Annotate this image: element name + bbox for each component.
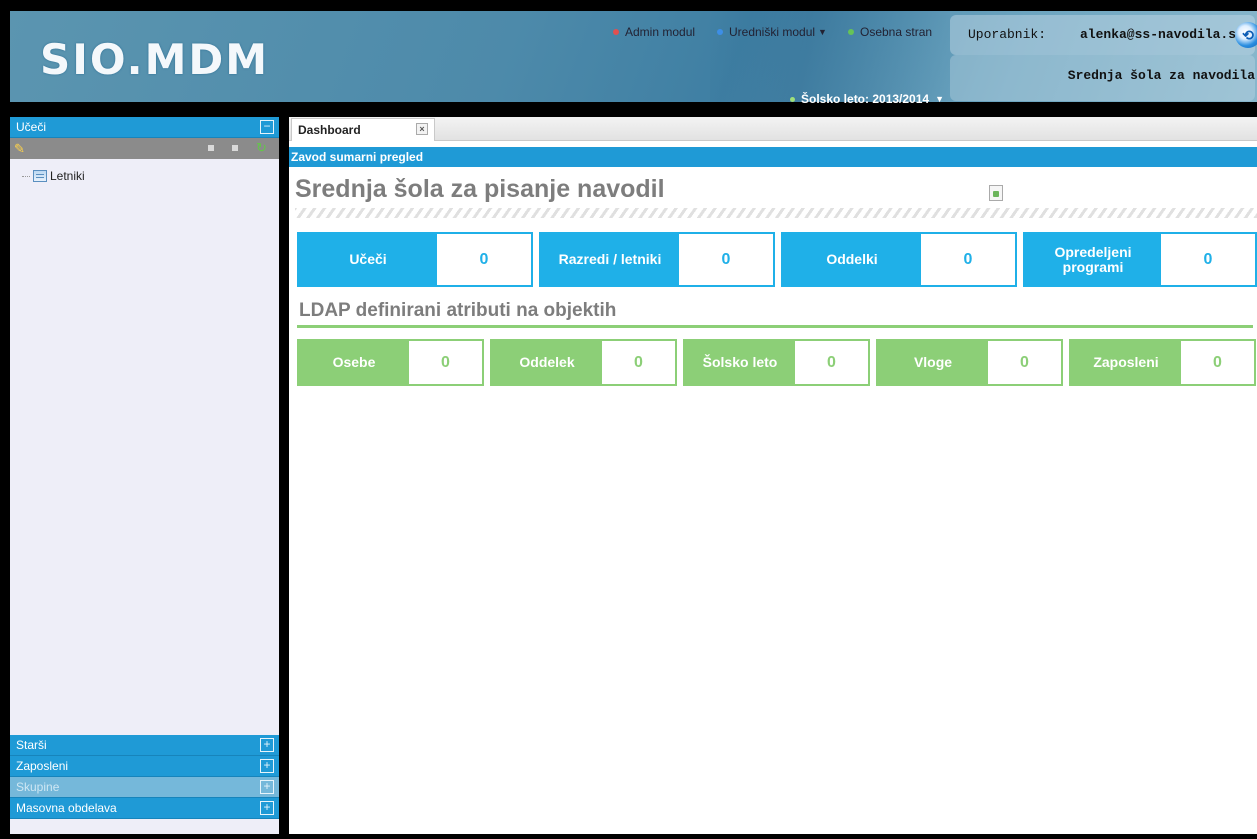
card-value: 0	[679, 234, 773, 285]
card-label: Vloge	[878, 341, 988, 384]
card-vloge[interactable]: Vloge 0	[876, 339, 1063, 386]
toolbar-button-icon[interactable]	[232, 145, 238, 151]
card-value: 0	[437, 234, 531, 285]
sidebar: Učeči − ✎ ↻ Letniki Starši + Zaposleni +…	[10, 117, 279, 834]
nav-admin-module[interactable]: Admin modul	[613, 25, 695, 39]
collapse-icon[interactable]: −	[260, 120, 274, 134]
card-zaposleni[interactable]: Zaposleni 0	[1069, 339, 1256, 386]
app-header: SIO.MDM Admin modul Uredniški modul ▼ Os…	[10, 11, 1257, 106]
tab-bar: Dashboard ×	[289, 117, 1257, 141]
green-dot-icon	[848, 29, 854, 35]
card-label: Zaposleni	[1071, 341, 1181, 384]
user-label: Uporabnik:	[968, 27, 1047, 42]
sidebar-section-ucenci[interactable]: Učeči −	[10, 117, 279, 138]
table-icon	[33, 170, 47, 182]
sidebar-toolbar: ✎ ↻	[10, 138, 279, 159]
tab-dashboard[interactable]: Dashboard ×	[291, 118, 435, 141]
section-title: LDAP definirani atributi na objektih	[299, 300, 617, 321]
card-label: Oddelki	[783, 234, 921, 285]
card-razredi-letniki[interactable]: Razredi / letniki 0	[539, 232, 775, 287]
card-value: 0	[988, 341, 1061, 384]
card-label: Učeči	[299, 234, 437, 285]
sidebar-section-starsi[interactable]: Starši +	[10, 735, 279, 756]
section-underline	[297, 325, 1253, 328]
card-value: 0	[602, 341, 675, 384]
sidebar-section-zaposleni[interactable]: Zaposleni +	[10, 756, 279, 777]
green-dot-icon	[790, 96, 795, 102]
sidebar-section-skupine[interactable]: Skupine +	[10, 777, 279, 798]
nav-personal-page[interactable]: Osebna stran	[848, 25, 932, 39]
main-panel: Dashboard × Zavod sumarni pregled Srednj…	[289, 117, 1257, 834]
card-value: 0	[1181, 341, 1254, 384]
card-label: Osebe	[299, 341, 409, 384]
card-label: Šolsko leto	[685, 341, 795, 384]
user-email[interactable]: alenka@ss-navodila.si	[1080, 27, 1244, 42]
expand-icon[interactable]: +	[260, 738, 274, 752]
sidebar-section-masovna-obdelava[interactable]: Masovna obdelava +	[10, 798, 279, 819]
blue-dot-icon	[717, 29, 723, 35]
nav-editor-module[interactable]: Uredniški modul ▼	[717, 25, 827, 39]
card-label: Opredeljeni programi	[1025, 234, 1161, 285]
expand-icon[interactable]: +	[260, 780, 274, 794]
card-ucenci[interactable]: Učeči 0	[297, 232, 533, 287]
red-dot-icon	[613, 29, 619, 35]
card-oddelek[interactable]: Oddelek 0	[490, 339, 677, 386]
expand-icon[interactable]: +	[260, 759, 274, 773]
expand-icon[interactable]: +	[260, 801, 274, 815]
card-oddelki[interactable]: Oddelki 0	[781, 232, 1017, 287]
card-value: 0	[1161, 234, 1255, 285]
toolbar-button-icon[interactable]	[208, 145, 214, 151]
dropdown-caret-icon: ▼	[935, 94, 944, 104]
ldap-cards: Osebe 0 Oddelek 0 Šolsko leto 0 Vloge 0 …	[297, 339, 1256, 386]
app-logo: SIO.MDM	[40, 35, 270, 84]
card-value: 0	[795, 341, 868, 384]
card-osebe[interactable]: Osebe 0	[297, 339, 484, 386]
dropdown-caret-icon: ▼	[818, 27, 827, 37]
refresh-icon[interactable]: ↻	[256, 140, 267, 156]
logout-icon[interactable]: ⟲	[1235, 22, 1257, 48]
card-value: 0	[409, 341, 482, 384]
close-icon[interactable]: ×	[416, 123, 428, 135]
summary-cards: Učeči 0 Razredi / letniki 0 Oddelki 0 Op…	[297, 232, 1257, 287]
magic-wand-icon[interactable]: ✎	[14, 141, 25, 157]
divider	[295, 208, 1257, 218]
page-title: Srednja šola za pisanje navodil	[295, 175, 665, 203]
broken-image-icon	[989, 185, 1003, 201]
school-name: Srednja šola za navodila	[1067, 68, 1255, 83]
card-value: 0	[921, 234, 1015, 285]
panel-title: Zavod sumarni pregled	[289, 147, 1257, 167]
school-year-selector[interactable]: Šolsko leto: 2013/2014 ▼	[790, 92, 944, 106]
card-label: Oddelek	[492, 341, 602, 384]
tree-item-letniki[interactable]: Letniki	[22, 169, 85, 183]
card-label: Razredi / letniki	[541, 234, 679, 285]
card-opredeljeni-programi[interactable]: Opredeljeni programi 0	[1023, 232, 1257, 287]
card-solsko-leto[interactable]: Šolsko leto 0	[683, 339, 870, 386]
